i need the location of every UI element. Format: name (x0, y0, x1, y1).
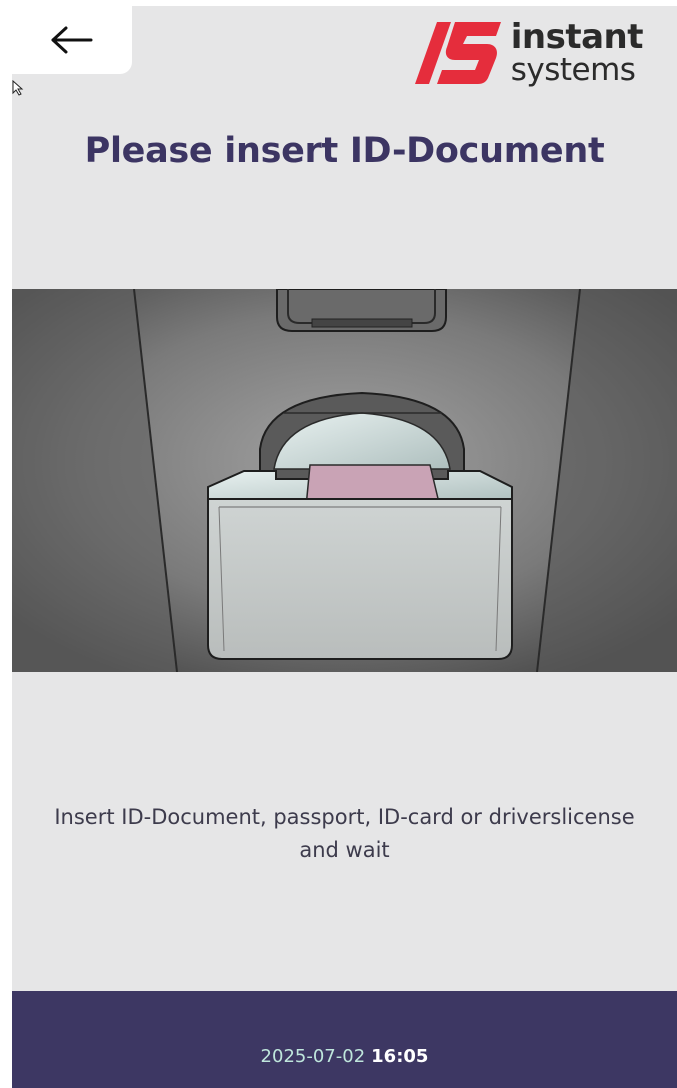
logo-line-instant: instant (510, 17, 644, 57)
footer-time: 16:05 (371, 1046, 429, 1067)
footer-date: 2025-07-02 (260, 1046, 366, 1067)
arrow-left-icon (51, 26, 93, 54)
kiosk-screen: instant systems Please insert ID-Documen… (12, 6, 677, 1088)
instant-systems-logo-icon (414, 22, 501, 84)
footer-bar: 2025-07-02 16:05 (12, 991, 677, 1088)
id-document-reader-icon (12, 289, 677, 672)
logo-line-systems: systems (510, 52, 636, 88)
instant-systems-logo: instant systems (414, 17, 644, 88)
mouse-cursor-icon (12, 80, 24, 96)
page-title: Please insert ID-Document (84, 131, 605, 171)
back-button[interactable] (12, 6, 132, 74)
instruction-text: Insert ID-Document, passport, ID-card or… (54, 805, 635, 862)
